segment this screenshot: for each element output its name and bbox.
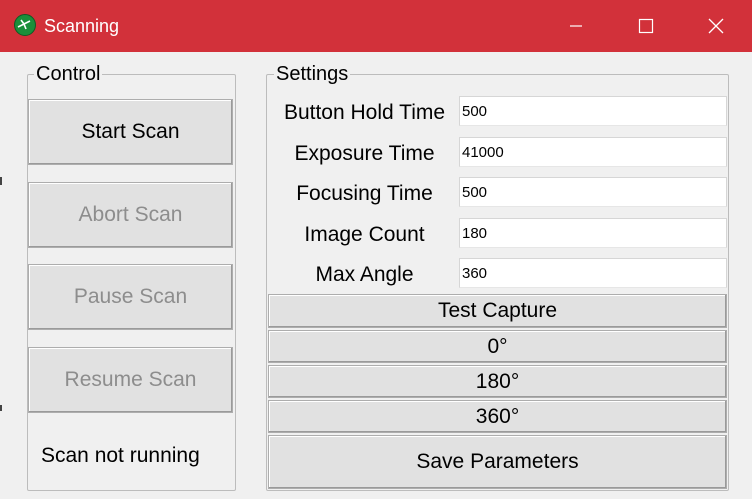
start-scan-button[interactable]: Start Scan: [28, 99, 233, 165]
edge-artifact: [0, 405, 2, 411]
exposure-time-label: Exposure Time: [294, 142, 435, 165]
edge-artifact: [0, 177, 2, 185]
angle-0-button[interactable]: 0°: [268, 330, 727, 363]
max-angle-label: Max Angle: [315, 263, 414, 286]
close-button[interactable]: [682, 0, 752, 52]
image-count-input[interactable]: [459, 218, 727, 248]
app-logo-icon: [14, 14, 36, 36]
minimize-button[interactable]: [542, 0, 612, 52]
angle-360-button[interactable]: 360°: [268, 400, 727, 433]
client-area: Control Start Scan Abort Scan Pause Scan…: [0, 52, 752, 499]
scan-status-text: Scan not running: [41, 444, 200, 467]
save-parameters-button[interactable]: Save Parameters: [268, 435, 727, 489]
exposure-time-input[interactable]: [459, 137, 727, 167]
angle-180-button[interactable]: 180°: [268, 365, 727, 398]
focusing-time-label: Focusing Time: [296, 182, 433, 205]
resume-scan-button[interactable]: Resume Scan: [28, 347, 233, 413]
button-hold-time-label: Button Hold Time: [283, 101, 446, 124]
abort-scan-button[interactable]: Abort Scan: [28, 182, 233, 248]
focusing-time-input[interactable]: [459, 177, 727, 207]
settings-group-title: Settings: [274, 63, 351, 85]
test-capture-button[interactable]: Test Capture: [268, 294, 727, 328]
max-angle-input[interactable]: [459, 258, 727, 288]
maximize-icon: [638, 18, 654, 34]
maximize-button[interactable]: [612, 0, 682, 52]
image-count-label: Image Count: [304, 223, 425, 246]
pause-scan-button[interactable]: Pause Scan: [28, 264, 233, 330]
button-hold-time-input[interactable]: [459, 96, 727, 126]
close-icon: [708, 18, 724, 34]
window-title: Scanning: [44, 16, 120, 36]
minimize-icon: [570, 25, 582, 27]
title-bar: Scanning: [0, 0, 752, 52]
control-group-title: Control: [34, 63, 103, 85]
